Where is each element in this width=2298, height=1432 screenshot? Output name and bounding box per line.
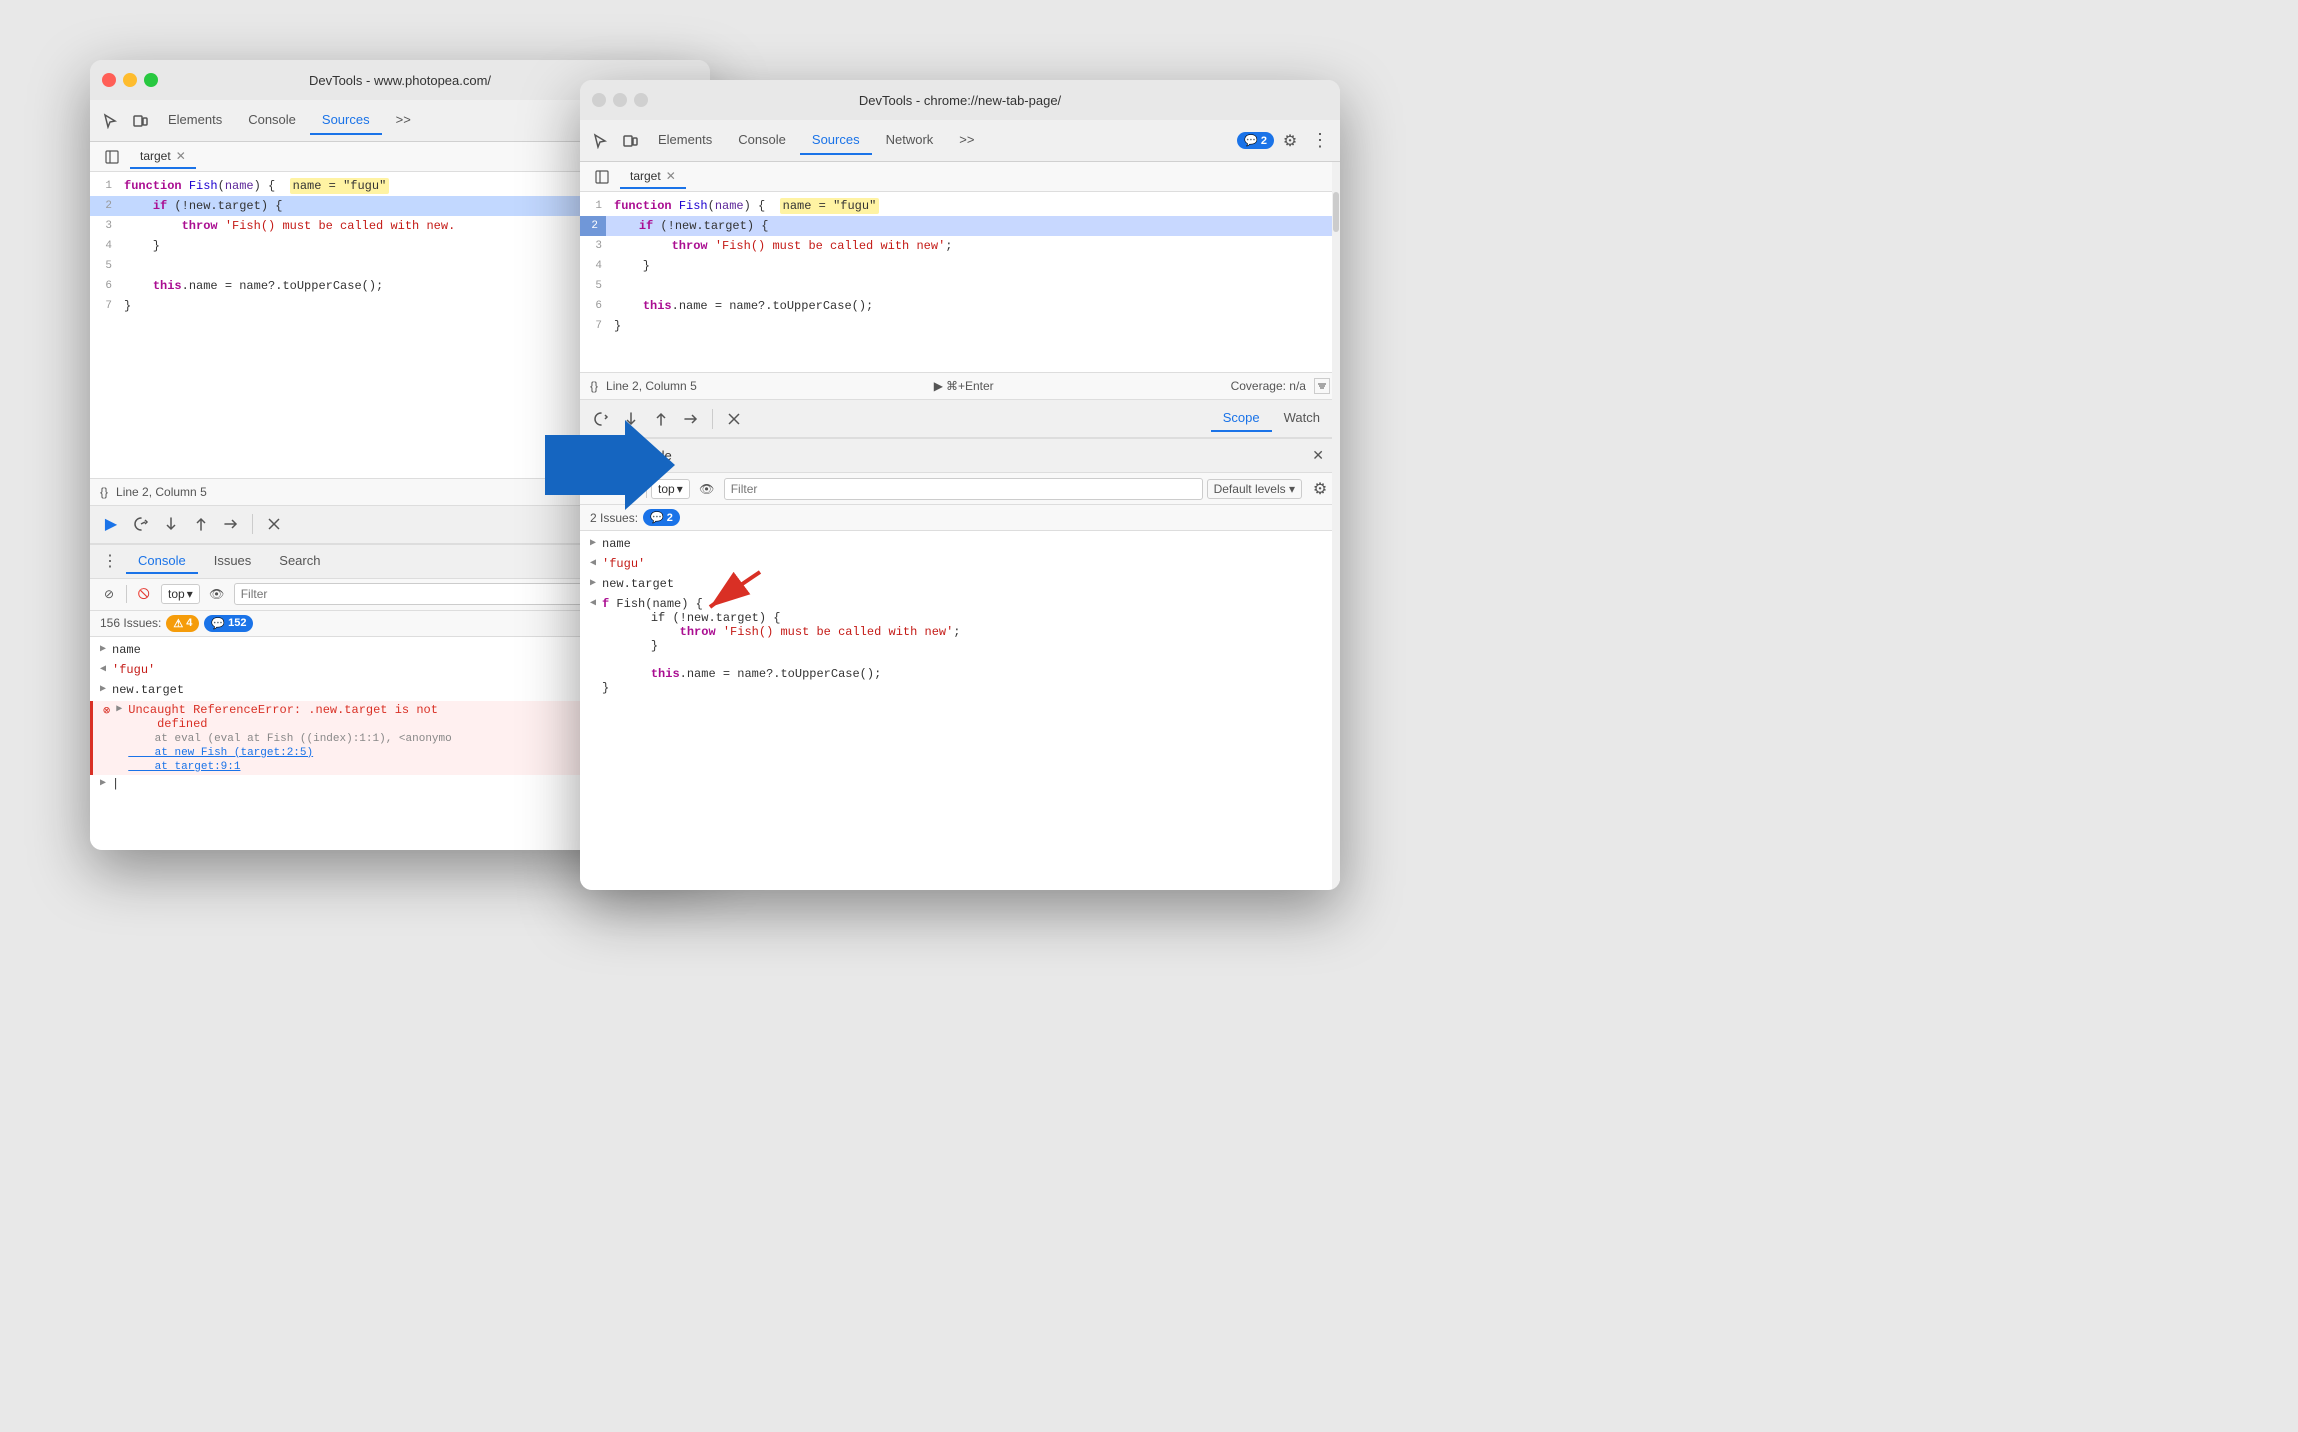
sep-2 bbox=[126, 585, 127, 603]
tab-more-2[interactable]: >> bbox=[947, 126, 986, 155]
braces-icon-2: {} bbox=[590, 379, 598, 393]
tab-elements-2[interactable]: Elements bbox=[646, 126, 724, 155]
console-toolbar-2: ▶ top ▾ 👁 Default levels ▾ ⚙ bbox=[580, 473, 1340, 505]
deactivate-btn-2[interactable] bbox=[721, 406, 747, 432]
code-line-2-3: 3 throw 'Fish() must be called with new'… bbox=[580, 236, 1340, 256]
title-bar-2: DevTools - chrome://new-tab-page/ bbox=[580, 80, 1340, 120]
step-over-btn-1[interactable] bbox=[128, 511, 154, 537]
device-icon[interactable] bbox=[126, 107, 154, 135]
scope-tabs-2: Scope Watch bbox=[1211, 405, 1332, 432]
tab-sources-1[interactable]: Sources bbox=[310, 106, 382, 135]
tab-elements-1[interactable]: Elements bbox=[156, 106, 234, 135]
scrollbar-2[interactable] bbox=[1332, 162, 1340, 890]
code-line-2-5: 5 bbox=[580, 276, 1340, 296]
file-tab-target-1[interactable]: target ✕ bbox=[130, 145, 196, 169]
deactivate-btn-1[interactable] bbox=[261, 511, 287, 537]
code-line-2-1: 1 function Fish(name) { name = "fugu" bbox=[580, 196, 1340, 216]
console-header-2: ⋮ Console ✕ bbox=[580, 439, 1340, 473]
dots-icon-1[interactable]: ⋮ bbox=[98, 547, 122, 575]
window-title-2: DevTools - chrome://new-tab-page/ bbox=[859, 93, 1061, 108]
code-line-2-6: 6 this.name = name?.toUpperCase(); bbox=[580, 296, 1340, 316]
settings-icon-2[interactable]: ⚙ bbox=[1276, 127, 1304, 155]
minimize-button-1[interactable] bbox=[123, 73, 137, 87]
filter-input-2[interactable] bbox=[724, 478, 1203, 500]
coverage-2: Coverage: n/a bbox=[1231, 379, 1306, 393]
window2: DevTools - chrome://new-tab-page/ Elemen… bbox=[580, 80, 1340, 890]
watch-tab-2[interactable]: Watch bbox=[1272, 405, 1332, 432]
traffic-lights-1 bbox=[102, 73, 158, 87]
filter-btn-2[interactable] bbox=[1314, 378, 1330, 394]
settings-icon-console-2[interactable]: ⚙ bbox=[1306, 475, 1334, 503]
traffic-lights-2 bbox=[592, 93, 648, 107]
cursor-icon-2[interactable] bbox=[586, 127, 614, 155]
search-tab-1[interactable]: Search bbox=[267, 549, 332, 574]
file-tab-bar-2: target ✕ bbox=[580, 162, 1340, 192]
code-line-2-7: 7 } bbox=[580, 316, 1340, 336]
issues-count-2: 2 Issues: 💬 2 bbox=[580, 505, 1340, 531]
console-row-name-2: ▶ name bbox=[580, 535, 1340, 555]
separator-2 bbox=[712, 409, 713, 429]
file-tab-target-2[interactable]: target ✕ bbox=[620, 165, 686, 189]
info-badge-2: 💬 2 bbox=[1237, 132, 1274, 149]
tab-console-2[interactable]: Console bbox=[726, 126, 798, 155]
minimize-button-2[interactable] bbox=[613, 93, 627, 107]
top-selector-1[interactable]: top ▾ bbox=[161, 584, 200, 604]
console-section-2: ⋮ Console ✕ ▶ top ▾ 👁 Default levels ▾ bbox=[580, 438, 1340, 890]
filter-icon-1: 🚫 bbox=[131, 581, 157, 607]
default-levels-2[interactable]: Default levels ▾ bbox=[1207, 479, 1302, 499]
resume-btn-1[interactable]: ▶ bbox=[98, 511, 124, 537]
close-console-2[interactable]: ✕ bbox=[1304, 443, 1332, 468]
cursor-icon[interactable] bbox=[96, 107, 124, 135]
separator-1 bbox=[252, 514, 253, 534]
devtools-toolbar-2: Elements Console Sources Network >> 💬 2 … bbox=[580, 120, 1340, 162]
close-file-tab-2[interactable]: ✕ bbox=[666, 169, 676, 183]
info-badge-1: 💬 152 bbox=[204, 615, 253, 632]
issues-tab-1[interactable]: Issues bbox=[202, 549, 264, 574]
code-lines-2: 1 function Fish(name) { name = "fugu" 2 … bbox=[580, 192, 1340, 340]
step-out-btn-1[interactable] bbox=[188, 511, 214, 537]
tab-more-1[interactable]: >> bbox=[384, 106, 423, 135]
status-bar-2: {} Line 2, Column 5 ▶ ⌘+Enter Coverage: … bbox=[580, 372, 1340, 400]
console-content-2: ▶ name ◀ 'fugu' ▶ new.target bbox=[580, 531, 1340, 890]
clear-console-btn-1[interactable]: ⊘ bbox=[96, 581, 122, 607]
maximize-button-1[interactable] bbox=[144, 73, 158, 87]
device-icon-2[interactable] bbox=[616, 127, 644, 155]
window-title-1: DevTools - www.photopea.com/ bbox=[309, 73, 491, 88]
step-into-btn-1[interactable] bbox=[158, 511, 184, 537]
console-tab-1[interactable]: Console bbox=[126, 549, 198, 574]
tab-network-2[interactable]: Network bbox=[874, 126, 946, 155]
more-icon-2[interactable]: ⋮ bbox=[1306, 127, 1334, 155]
debug-toolbar-2: Scope Watch bbox=[580, 400, 1340, 438]
close-button-1[interactable] bbox=[102, 73, 116, 87]
console-cursor-1[interactable]: | bbox=[112, 777, 119, 791]
warning-badge-1: ⚠ 4 bbox=[166, 615, 199, 632]
step-btn-1[interactable] bbox=[218, 511, 244, 537]
close-file-tab-1[interactable]: ✕ bbox=[176, 149, 186, 163]
blue-arrow bbox=[545, 420, 675, 515]
tab-console-1[interactable]: Console bbox=[236, 106, 308, 135]
code-line-2-2: 2 if (!new.target) { bbox=[580, 216, 1340, 236]
tab-sources-2[interactable]: Sources bbox=[800, 126, 872, 155]
console-row-target-2: ▶ new.target bbox=[580, 575, 1340, 595]
error-icon-1: ⊗ bbox=[103, 703, 110, 718]
scroll-thumb-2[interactable] bbox=[1333, 192, 1339, 232]
sidebar-toggle-1[interactable] bbox=[98, 143, 126, 171]
braces-icon-1: {} bbox=[100, 485, 108, 499]
eye-icon-2[interactable]: 👁 bbox=[694, 476, 720, 502]
code-editor-2: 1 function Fish(name) { name = "fugu" 2 … bbox=[580, 192, 1340, 372]
scope-tab-2[interactable]: Scope bbox=[1211, 405, 1272, 432]
maximize-button-2[interactable] bbox=[634, 93, 648, 107]
step-btn-2[interactable] bbox=[678, 406, 704, 432]
position-1: Line 2, Column 5 bbox=[116, 485, 207, 499]
sidebar-toggle-2[interactable] bbox=[588, 163, 616, 191]
eye-icon-1[interactable]: 👁 bbox=[204, 581, 230, 607]
run-button-2[interactable]: ▶ ⌘+Enter bbox=[934, 379, 994, 393]
code-line-2-4: 4 } bbox=[580, 256, 1340, 276]
position-2: Line 2, Column 5 bbox=[606, 379, 697, 393]
close-button-2[interactable] bbox=[592, 93, 606, 107]
